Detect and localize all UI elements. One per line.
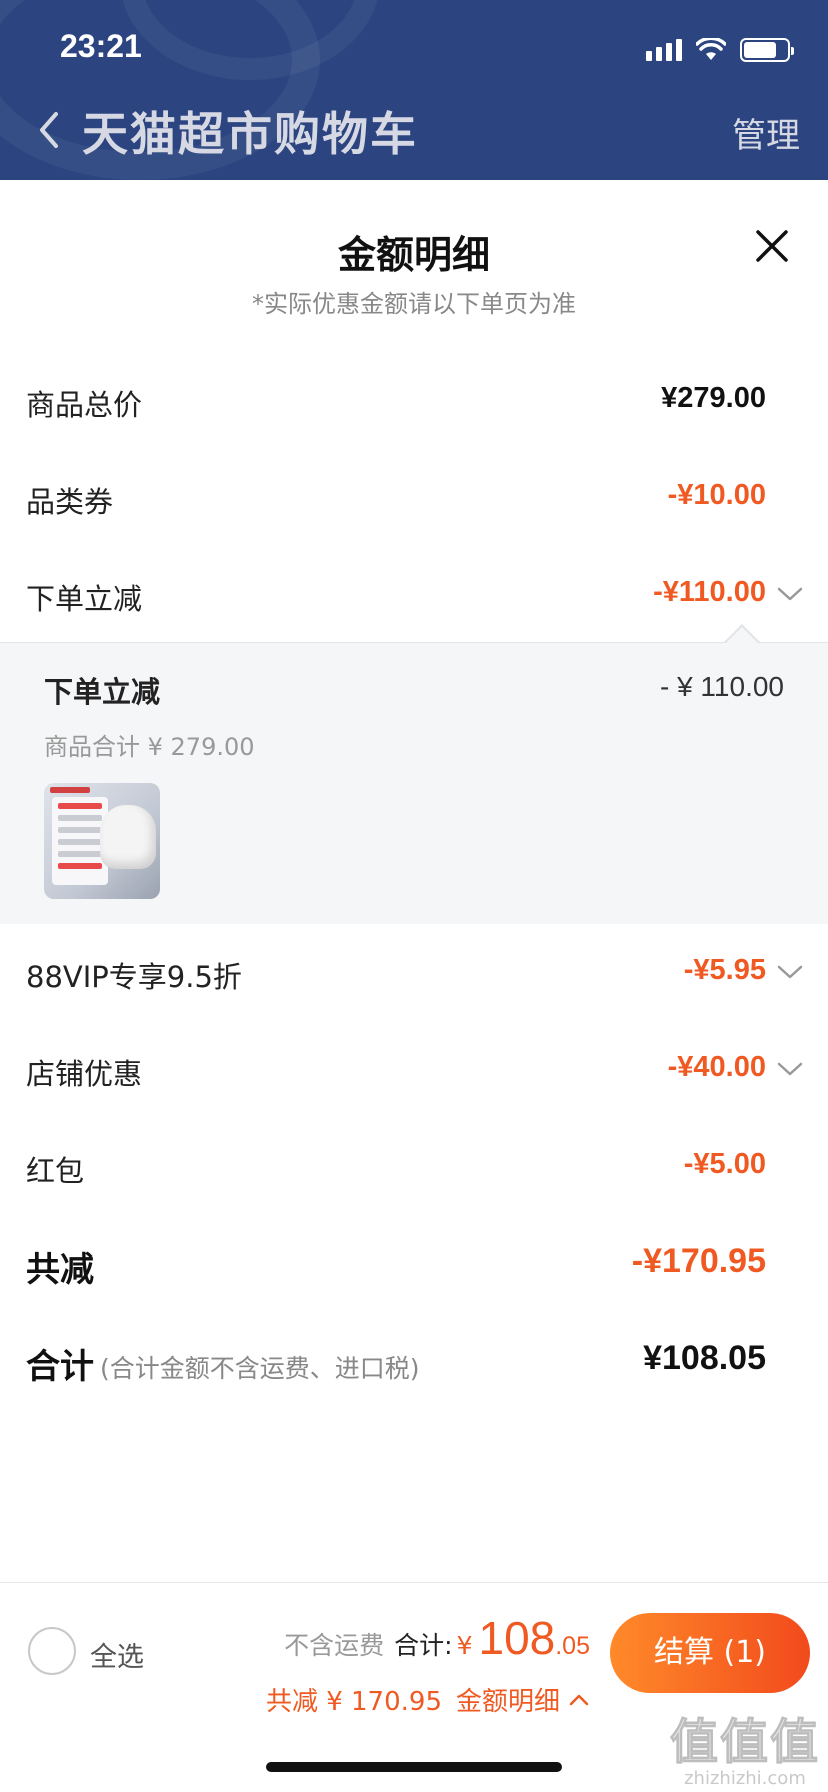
- row-total-saved: 共减 -¥170.95: [0, 1234, 828, 1294]
- row-amount: -¥40.00: [667, 1051, 766, 1083]
- row-label: 下单立减: [26, 582, 143, 616]
- chevron-down-icon[interactable]: [776, 584, 804, 604]
- status-icons: [646, 36, 794, 64]
- close-icon[interactable]: [752, 226, 792, 266]
- row-label: 共减: [26, 1250, 94, 1290]
- back-chevron-icon[interactable]: [30, 100, 70, 160]
- currency-symbol: ¥: [456, 1631, 473, 1660]
- product-thumbnail[interactable]: [44, 783, 160, 899]
- select-all-checkbox[interactable]: [28, 1627, 76, 1675]
- row-amount: ¥279.00: [661, 382, 766, 414]
- panel-subtotal: 商品合计 ¥ 279.00: [44, 733, 255, 761]
- row-order-discount[interactable]: 下单立减 -¥110.00: [0, 564, 828, 624]
- amount-detail-toggle[interactable]: 金额明细: [456, 1681, 560, 1718]
- row-label: 商品总价: [26, 388, 143, 422]
- row-note: (合计金额不含运费、进口税): [100, 1354, 420, 1383]
- row-amount: -¥5.00: [683, 1148, 766, 1180]
- row-label: 店铺优惠: [26, 1057, 143, 1091]
- sheet-subtitle: *实际优惠金额请以下单页为准: [252, 290, 576, 318]
- row-grand-total: 合计 (合计金额不含运费、进口税) ¥108.05: [0, 1331, 828, 1391]
- row-amount: -¥5.95: [683, 954, 766, 986]
- row-amount: -¥110.00: [653, 576, 766, 608]
- signal-icon: [646, 39, 682, 61]
- home-indicator: [266, 1762, 562, 1772]
- no-shipping-label: 不含运费: [284, 1631, 385, 1660]
- panel-caret-inner: [726, 627, 758, 643]
- checkout-button[interactable]: 结算 (1): [610, 1613, 810, 1693]
- panel-amount: - ¥ 110.00: [659, 671, 784, 702]
- total-line: 不含运费 合计: ¥ 108 .05: [284, 1611, 590, 1665]
- total-label: 合计:: [394, 1631, 453, 1660]
- row-category-coupon: 品类券 -¥10.00: [0, 467, 828, 527]
- row-label: 红包: [26, 1154, 85, 1188]
- saved-amount: 共减 ¥ 170.95: [265, 1687, 442, 1717]
- row-label: 88VIP专享9.5折: [26, 960, 242, 994]
- row-label: 品类券: [26, 485, 114, 519]
- row-amount: -¥10.00: [667, 479, 766, 511]
- total-integer: 108: [478, 1612, 556, 1664]
- sheet-title: 金额明细: [337, 233, 490, 277]
- chevron-down-icon[interactable]: [776, 962, 804, 982]
- watermark: 值值值 zhizhizhi.com: [669, 1702, 820, 1790]
- order-discount-detail-panel: 下单立减 - ¥ 110.00 商品合计 ¥ 279.00: [0, 642, 828, 924]
- watermark-logo: 值值值: [669, 1714, 820, 1771]
- row-label: 合计: [26, 1347, 94, 1387]
- battery-icon: [740, 38, 794, 62]
- header-bar: 23:21 天猫超市购物车 管理: [0, 0, 828, 180]
- wifi-icon: [696, 38, 726, 60]
- status-time: 23:21: [60, 28, 142, 64]
- watermark-url: zhizhizhi.com: [684, 1768, 806, 1789]
- row-store-discount[interactable]: 店铺优惠 -¥40.00: [0, 1039, 828, 1099]
- row-amount: -¥170.95: [631, 1242, 766, 1280]
- chevron-down-icon[interactable]: [776, 1059, 804, 1079]
- row-red-packet: 红包 -¥5.00: [0, 1136, 828, 1196]
- panel-title: 下单立减: [44, 675, 161, 709]
- manage-button[interactable]: 管理: [732, 108, 800, 157]
- row-88vip[interactable]: 88VIP专享9.5折 -¥5.95: [0, 942, 828, 1002]
- total-decimal: .05: [555, 1632, 590, 1660]
- page-title: 天猫超市购物车: [82, 107, 418, 161]
- select-all-label[interactable]: 全选: [90, 1635, 144, 1674]
- saved-line[interactable]: 共减 ¥ 170.95 金额明细: [266, 1681, 590, 1718]
- row-amount: ¥108.05: [643, 1339, 766, 1377]
- row-total-price: 商品总价 ¥279.00: [0, 370, 828, 430]
- chevron-up-icon[interactable]: [568, 1692, 590, 1708]
